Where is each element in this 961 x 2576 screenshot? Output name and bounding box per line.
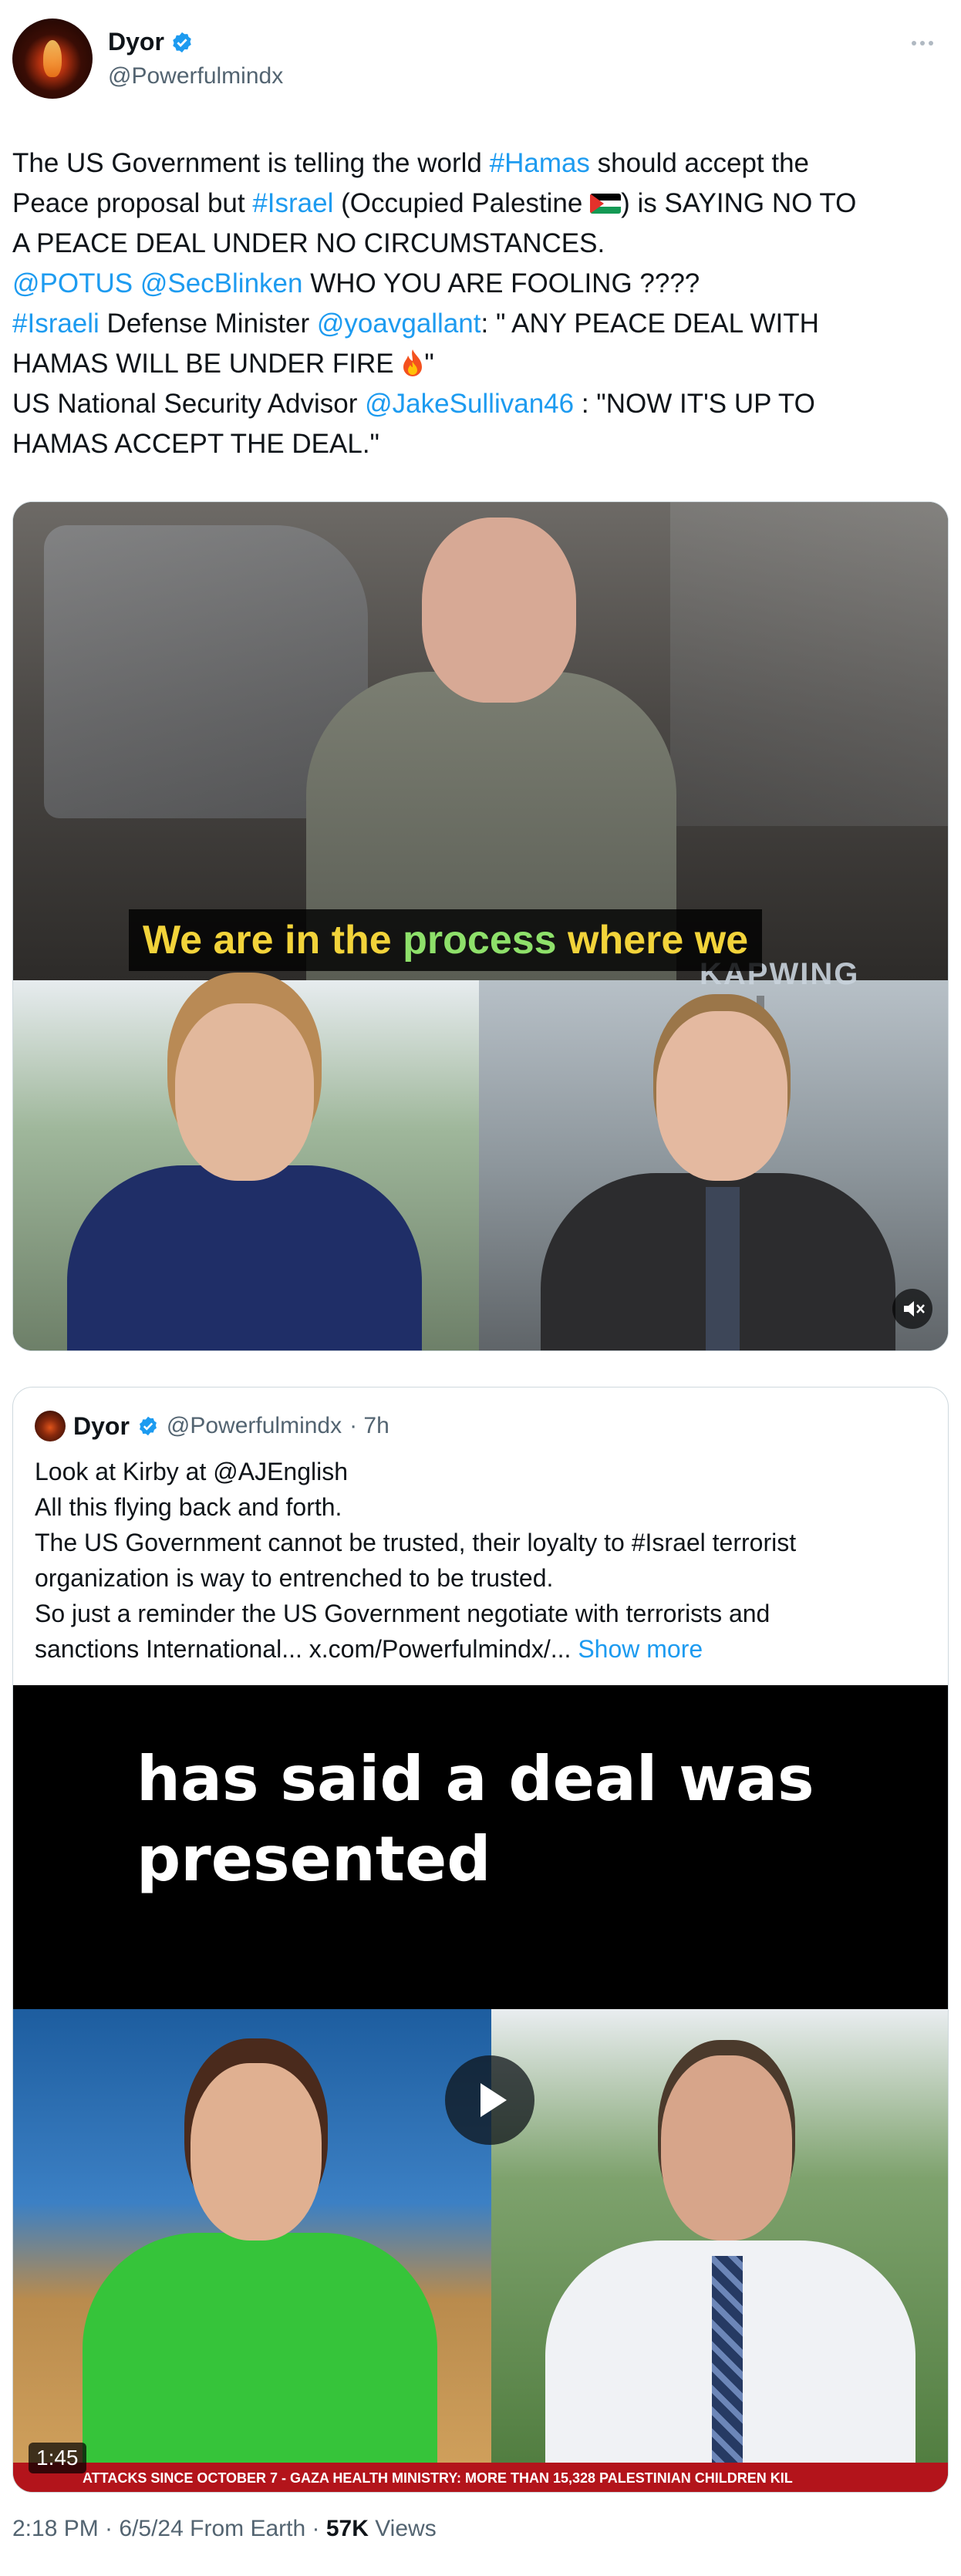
tweet-text-line: A PEACE DEAL UNDER NO CIRCUMSTANCES. — [12, 224, 949, 264]
tweet-header: Dyor @Powerfulmindx — [12, 19, 949, 103]
mention-link[interactable]: @yoavgallant — [317, 309, 481, 339]
tweet-text-segment: (Occupied Palestine — [333, 188, 591, 218]
show-more-link[interactable]: Show more — [578, 1635, 703, 1663]
tweet-metadata: 2:18 PM · 6/5/24 From Earth · 57K Views — [12, 2516, 437, 2542]
tweet-text-segment: HAMAS WILL BE UNDER FIRE — [12, 349, 402, 379]
author-display-name[interactable]: Dyor — [108, 28, 164, 56]
avatar[interactable] — [12, 19, 93, 99]
mention-link[interactable]: @JakeSullivan46 — [365, 389, 574, 419]
quoted-tweet[interactable]: Dyor @Powerfulmindx · 7h Look at Kirby a… — [12, 1387, 949, 2493]
verified-badge-icon — [173, 32, 191, 52]
video-frame-right — [479, 980, 948, 1350]
tweet-timestamp[interactable]: 2:18 PM · 6/5/24 From Earth · — [12, 2516, 326, 2541]
quoted-tweet-header: Dyor @Powerfulmindx · 7h — [35, 1409, 389, 1443]
tweet-text-line: US National Security Advisor @JakeSulliv… — [12, 384, 949, 424]
tweet-text-segment: The US Government is telling the world — [12, 148, 490, 178]
play-button[interactable] — [445, 2055, 534, 2145]
author-name-row: Dyor — [108, 28, 194, 56]
quoted-author-handle: @Powerfulmindx — [166, 1413, 342, 1438]
quoted-text-line: The US Government cannot be trusted, the… — [35, 1529, 797, 1556]
hashtag-link[interactable]: #Israel — [252, 188, 333, 218]
tweet-text-line: HAMAS WILL BE UNDER FIRE " — [12, 344, 949, 384]
hashtag-link[interactable]: #Israeli — [12, 309, 99, 339]
play-icon — [480, 2083, 507, 2117]
quoted-video-frame-right — [491, 2009, 948, 2492]
quoted-text-line: All this flying back and forth. — [35, 1493, 342, 1521]
tweet-text-segment: Peace proposal but — [12, 188, 253, 218]
quoted-tweet-text: Look at Kirby at @AJEnglish All this fly… — [35, 1454, 929, 1667]
views-label: Views — [368, 2516, 437, 2541]
views-count: 57K — [325, 2516, 369, 2541]
video-caption: We are in the process where we — [129, 909, 763, 971]
tweet-text-line: @POTUS @SecBlinken WHO YOU ARE FOOLING ?… — [12, 264, 949, 304]
mention-link[interactable]: @POTUS — [12, 268, 133, 298]
tweet-text-segment: " — [424, 349, 434, 379]
quoted-avatar — [35, 1411, 66, 1441]
tweet-text-segment — [133, 268, 140, 298]
fire-icon — [401, 348, 424, 377]
quoted-tweet-time: · 7h — [349, 1413, 389, 1438]
mention-link[interactable]: @SecBlinken — [140, 268, 303, 298]
quoted-video-frame-left — [13, 2009, 491, 2492]
tweet-text-segment: A PEACE DEAL UNDER NO CIRCUMSTANCES. — [12, 228, 605, 258]
verified-badge-icon — [139, 1416, 157, 1436]
tweet-text-line: HAMAS ACCEPT THE DEAL." — [12, 424, 949, 464]
tweet-text-segment: should accept the — [589, 148, 810, 178]
tweet-text-line: The US Government is telling the world #… — [12, 143, 949, 184]
tweet-text-segment: HAMAS ACCEPT THE DEAL." — [12, 429, 379, 459]
video-frame-left — [13, 980, 479, 1350]
tweet-video[interactable]: KAPWING We are in the process where we — [12, 501, 949, 1351]
quoted-video[interactable]: has said a deal was presented ATTACKS SI… — [13, 1685, 948, 2492]
tweet-text-segment: : "NOW IT'S UP TO — [574, 389, 815, 419]
palestine-flag-icon — [590, 194, 622, 214]
tweet-text-segment: US National Security Advisor — [12, 389, 366, 419]
tweet-text-segment: ) is SAYING NO TO — [621, 188, 857, 218]
quoted-text-line: So just a reminder the US Government neg… — [35, 1600, 770, 1627]
quoted-text-line: Look at Kirby at @AJEnglish — [35, 1458, 349, 1485]
hashtag-link[interactable]: #Hamas — [490, 148, 590, 178]
video-frame-top — [13, 502, 948, 980]
tweet-text: The US Government is telling the world #… — [12, 143, 949, 464]
tweet-text-segment: Defense Minister — [99, 309, 317, 339]
quoted-text-line: organization is way to entrenched to be … — [35, 1564, 554, 1592]
video-duration-badge: 1:45 — [29, 2443, 86, 2473]
quoted-video-caption: has said a deal was presented — [137, 1743, 814, 1895]
speaker-muted-icon — [904, 1301, 925, 1317]
tweet-text-line: #Israeli Defense Minister @yoavgallant: … — [12, 304, 949, 344]
tweet-text-segment: : " ANY PEACE DEAL WITH — [480, 309, 819, 339]
quoted-author-name: Dyor — [73, 1411, 130, 1440]
author-handle[interactable]: @Powerfulmindx — [108, 63, 283, 89]
tweet-text-line: Peace proposal but #Israel (Occupied Pal… — [12, 184, 949, 224]
news-ticker: ATTACKS SINCE OCTOBER 7 - GAZA HEALTH MI… — [13, 2463, 948, 2492]
more-options-icon[interactable] — [912, 35, 942, 51]
tweet-text-segment: WHO YOU ARE FOOLING ???? — [302, 268, 700, 298]
mute-button[interactable] — [892, 1289, 932, 1329]
quoted-text-line: sanctions International... x.com/Powerfu… — [35, 1635, 703, 1663]
